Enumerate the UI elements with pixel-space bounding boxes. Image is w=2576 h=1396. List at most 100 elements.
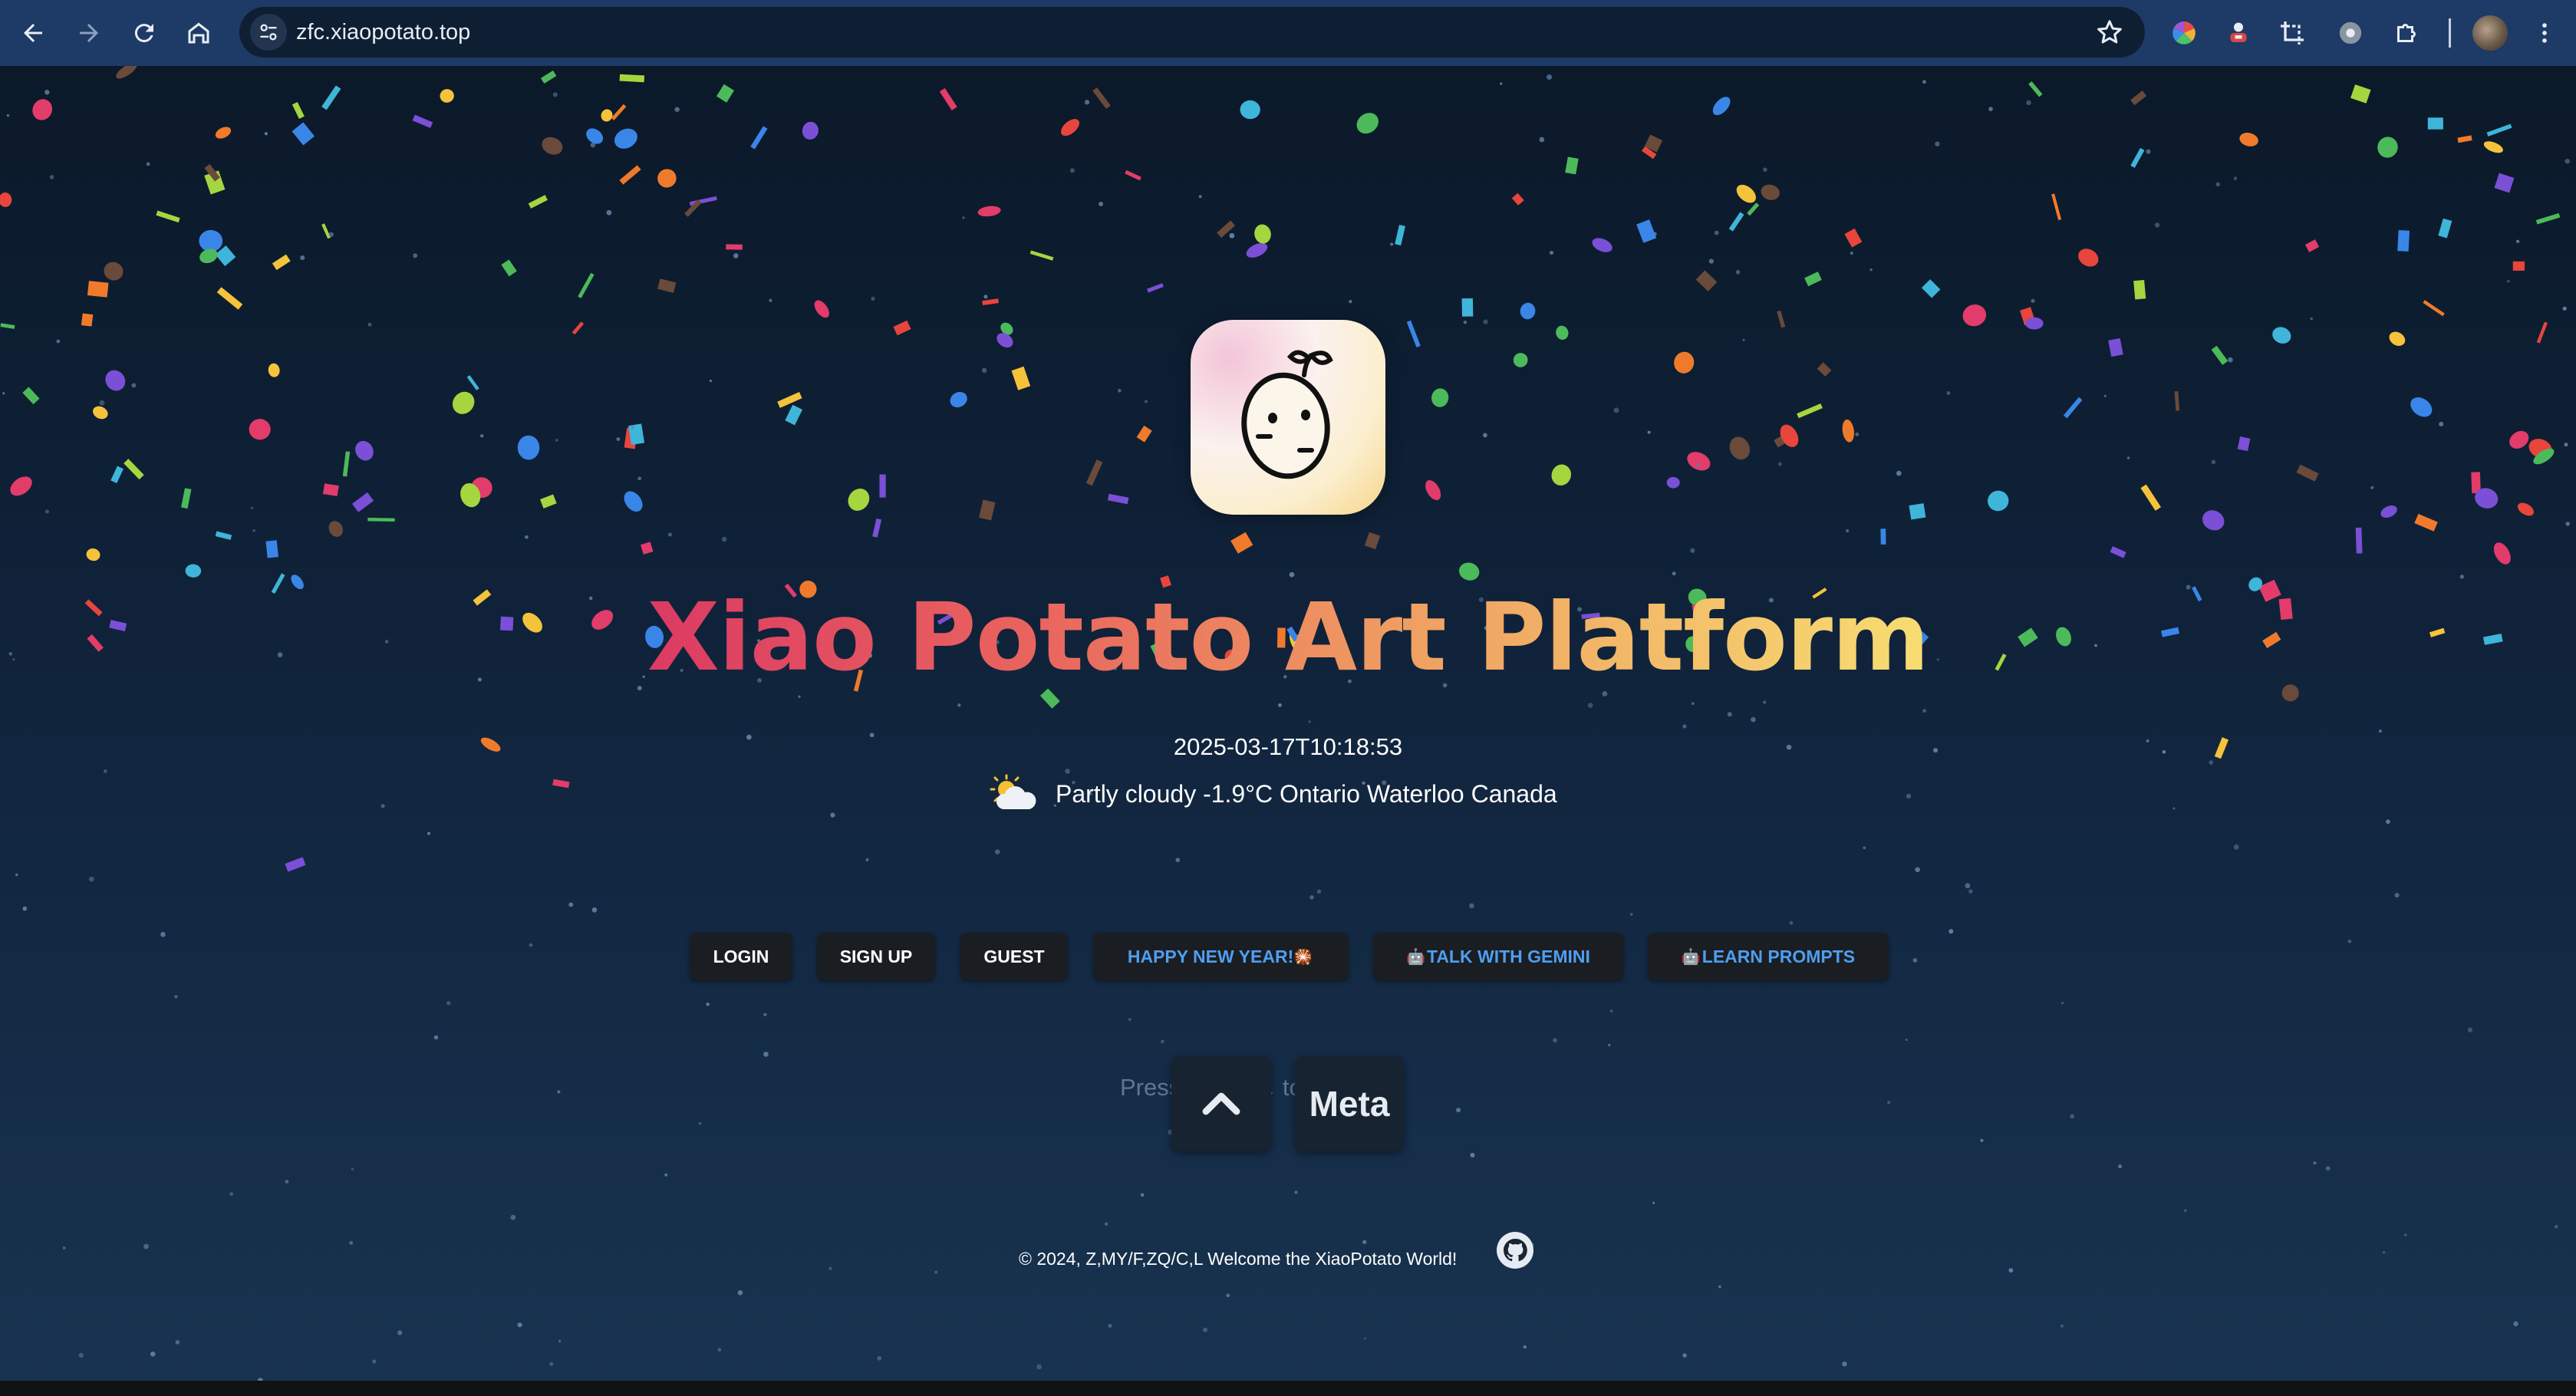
arrow-right-icon — [80, 24, 98, 42]
footer-text: © 2024, Z,MY/F,ZQ/C,L Welcome the XiaoPo… — [1019, 1249, 1458, 1269]
star-dot — [549, 1361, 554, 1366]
profile-avatar[interactable] — [2472, 15, 2508, 51]
address-bar[interactable]: zfc.xiaopotato.top — [239, 7, 2145, 58]
star-dot — [555, 439, 558, 442]
star-dot — [49, 175, 54, 179]
url-text[interactable]: zfc.xiaopotato.top — [296, 7, 470, 58]
star-dot — [2555, 1225, 2558, 1229]
star-dot — [1105, 1222, 1108, 1226]
star-dot — [229, 1192, 234, 1197]
star-dot — [706, 1003, 710, 1006]
star-dot — [1965, 883, 1971, 889]
star-dot — [175, 1340, 180, 1345]
window-bottom-edge — [0, 1381, 2576, 1396]
color-wheel-icon[interactable] — [2168, 17, 2200, 49]
star-dot — [1946, 391, 1951, 395]
star-dot — [2516, 239, 2520, 243]
star-dot — [1968, 889, 1973, 894]
star-dot — [1069, 168, 1075, 173]
guest-button[interactable]: GUEST — [960, 933, 1068, 980]
star-dot — [1463, 320, 1468, 324]
star-dot — [2394, 893, 2400, 898]
star-dot — [637, 476, 642, 481]
star-dot — [1483, 433, 1487, 438]
star-dot — [1289, 571, 1295, 578]
star-dot — [1682, 724, 1687, 729]
star-dot — [1922, 80, 1926, 84]
star-dot — [300, 255, 305, 261]
star-dot — [1553, 1038, 1557, 1043]
starfield — [2, 74, 2570, 1381]
happy-new-year-button[interactable]: HAPPY NEW YEAR! 🎇 — [1093, 933, 1349, 980]
star-dot — [2031, 298, 2035, 303]
star-dot — [1682, 1353, 1687, 1358]
star-dot — [2383, 1251, 2386, 1254]
tune-icon — [260, 24, 277, 41]
star-dot — [1277, 703, 1282, 707]
star-dot — [865, 858, 869, 861]
star-dot — [2439, 421, 2444, 426]
star-dot — [763, 1012, 767, 1017]
star-dot — [1608, 1043, 1611, 1046]
star-dot — [351, 1167, 354, 1171]
star-dot — [1483, 319, 1488, 324]
star-dot — [2564, 158, 2570, 164]
star-dot — [1523, 1345, 1527, 1349]
star-dot — [674, 107, 680, 112]
star-dot — [510, 1214, 516, 1220]
site-info-button[interactable] — [250, 14, 287, 51]
kebab-menu-icon[interactable] — [2528, 17, 2561, 49]
reload-button[interactable] — [125, 14, 163, 52]
star-dot — [1128, 1018, 1132, 1021]
star-dot — [1906, 793, 1912, 799]
star-dot — [2562, 306, 2567, 311]
star-dot — [1455, 1108, 1461, 1113]
learn-prompts-button[interactable]: 🤖 LEARN PROMPTS — [1648, 933, 1889, 980]
star-dot — [1652, 1201, 1655, 1204]
star-dot — [349, 1240, 354, 1245]
star-dot — [2564, 442, 2568, 447]
talk-with-gemini-button[interactable]: 🤖 TALK WITH GEMINI — [1373, 933, 1623, 980]
star-dot — [1500, 82, 1503, 85]
star-dot — [606, 209, 612, 216]
star-dot — [131, 383, 137, 388]
star-icon[interactable] — [2094, 17, 2125, 48]
star-dot — [1935, 141, 1940, 147]
star-dot — [517, 1322, 522, 1328]
back-button[interactable] — [14, 14, 52, 52]
star-dot — [962, 216, 965, 219]
star-dot — [1229, 232, 1235, 239]
star-dot — [1789, 920, 1794, 925]
star-dot — [721, 536, 727, 542]
crop-icon[interactable] — [2276, 17, 2308, 49]
star-dot — [1099, 202, 1104, 206]
star-dot — [957, 703, 961, 707]
star-dot — [397, 1330, 403, 1335]
home-button[interactable] — [180, 14, 218, 52]
star-dot — [1647, 430, 1651, 434]
star-dot — [252, 528, 255, 532]
gear-badge-icon[interactable] — [2334, 17, 2367, 49]
star-dot — [557, 1090, 561, 1094]
signup-button[interactable]: SIGN UP — [817, 933, 935, 980]
star-dot — [78, 1352, 84, 1358]
star-dot — [1855, 432, 1860, 436]
star-dot — [591, 907, 598, 913]
star-dot — [367, 322, 372, 327]
star-dot — [22, 906, 28, 911]
star-dot — [2126, 456, 2130, 459]
star-dot — [1161, 1039, 1164, 1044]
github-icon[interactable] — [1497, 1232, 1533, 1269]
star-dot — [1549, 250, 1554, 255]
agent-icon[interactable] — [2222, 17, 2255, 49]
login-button[interactable]: LOGIN — [690, 933, 792, 980]
forward-button[interactable] — [70, 14, 108, 52]
star-dot — [1309, 895, 1314, 900]
star-dot — [1602, 691, 1608, 696]
puzzle-icon[interactable] — [2390, 17, 2423, 49]
home-icon — [188, 22, 209, 44]
star-dot — [1842, 1361, 1847, 1367]
star-dot — [1863, 846, 1866, 850]
star-dot — [763, 1052, 769, 1057]
star-dot — [1539, 137, 1545, 143]
